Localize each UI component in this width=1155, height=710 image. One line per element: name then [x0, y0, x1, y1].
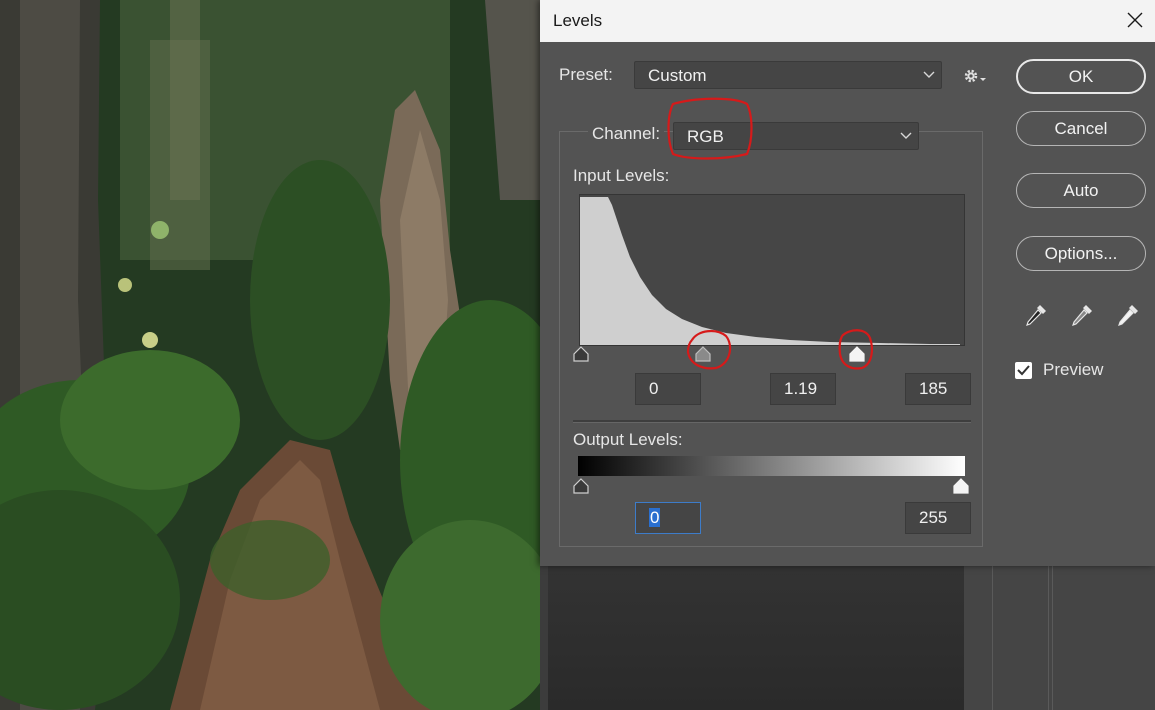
- dialog-title: Levels: [553, 11, 603, 30]
- channel-label: Channel:: [588, 124, 665, 144]
- gray-point-eyedropper-icon[interactable]: [1070, 303, 1094, 329]
- output-white-slider-handle[interactable]: [952, 478, 970, 494]
- histogram: [579, 194, 965, 346]
- chevron-down-icon: [923, 71, 935, 78]
- preset-label: Preset:: [559, 65, 613, 84]
- preview-label: Preview: [1043, 360, 1104, 379]
- output-levels-label: Output Levels:: [573, 430, 683, 449]
- input-gamma-slider-handle[interactable]: [694, 346, 712, 362]
- input-levels-label: Input Levels:: [573, 166, 670, 185]
- output-black-slider-handle[interactable]: [572, 478, 590, 494]
- side-panel: [964, 566, 1155, 710]
- white-point-eyedropper-icon[interactable]: [1116, 303, 1140, 329]
- background-photo: [0, 0, 540, 710]
- input-white-field[interactable]: 185: [905, 373, 971, 405]
- input-white-slider-handle[interactable]: [848, 346, 866, 362]
- channel-value: RGB: [687, 127, 724, 146]
- black-point-eyedropper-icon[interactable]: [1024, 303, 1048, 329]
- divider: [573, 420, 971, 423]
- chevron-down-icon: [900, 132, 912, 139]
- dialog-titlebar: Levels: [540, 0, 1155, 42]
- input-black-field[interactable]: 0: [635, 373, 701, 405]
- auto-button[interactable]: Auto: [1016, 173, 1146, 208]
- channel-select[interactable]: RGB: [673, 122, 919, 150]
- output-black-value: 0: [649, 508, 661, 527]
- cancel-button[interactable]: Cancel: [1016, 111, 1146, 146]
- options-button[interactable]: Options...: [1016, 236, 1146, 271]
- document-canvas-area: [548, 566, 964, 710]
- gear-icon[interactable]: [961, 65, 989, 87]
- ok-button[interactable]: OK: [1016, 59, 1146, 94]
- input-gamma-field[interactable]: 1.19: [770, 373, 836, 405]
- preset-value: Custom: [648, 66, 707, 85]
- output-gradient-bar: [578, 456, 965, 476]
- input-black-slider-handle[interactable]: [572, 346, 590, 362]
- checkmark-icon: [1017, 365, 1030, 376]
- preset-select[interactable]: Custom: [634, 61, 942, 89]
- preview-checkbox[interactable]: [1015, 362, 1032, 379]
- close-icon: [1127, 12, 1143, 28]
- levels-dialog: Levels Preset: Custom OK Cancel Auto Opt…: [540, 0, 1155, 566]
- output-white-field[interactable]: 255: [905, 502, 971, 534]
- output-black-field[interactable]: 0: [635, 502, 701, 534]
- close-button[interactable]: [1121, 7, 1149, 33]
